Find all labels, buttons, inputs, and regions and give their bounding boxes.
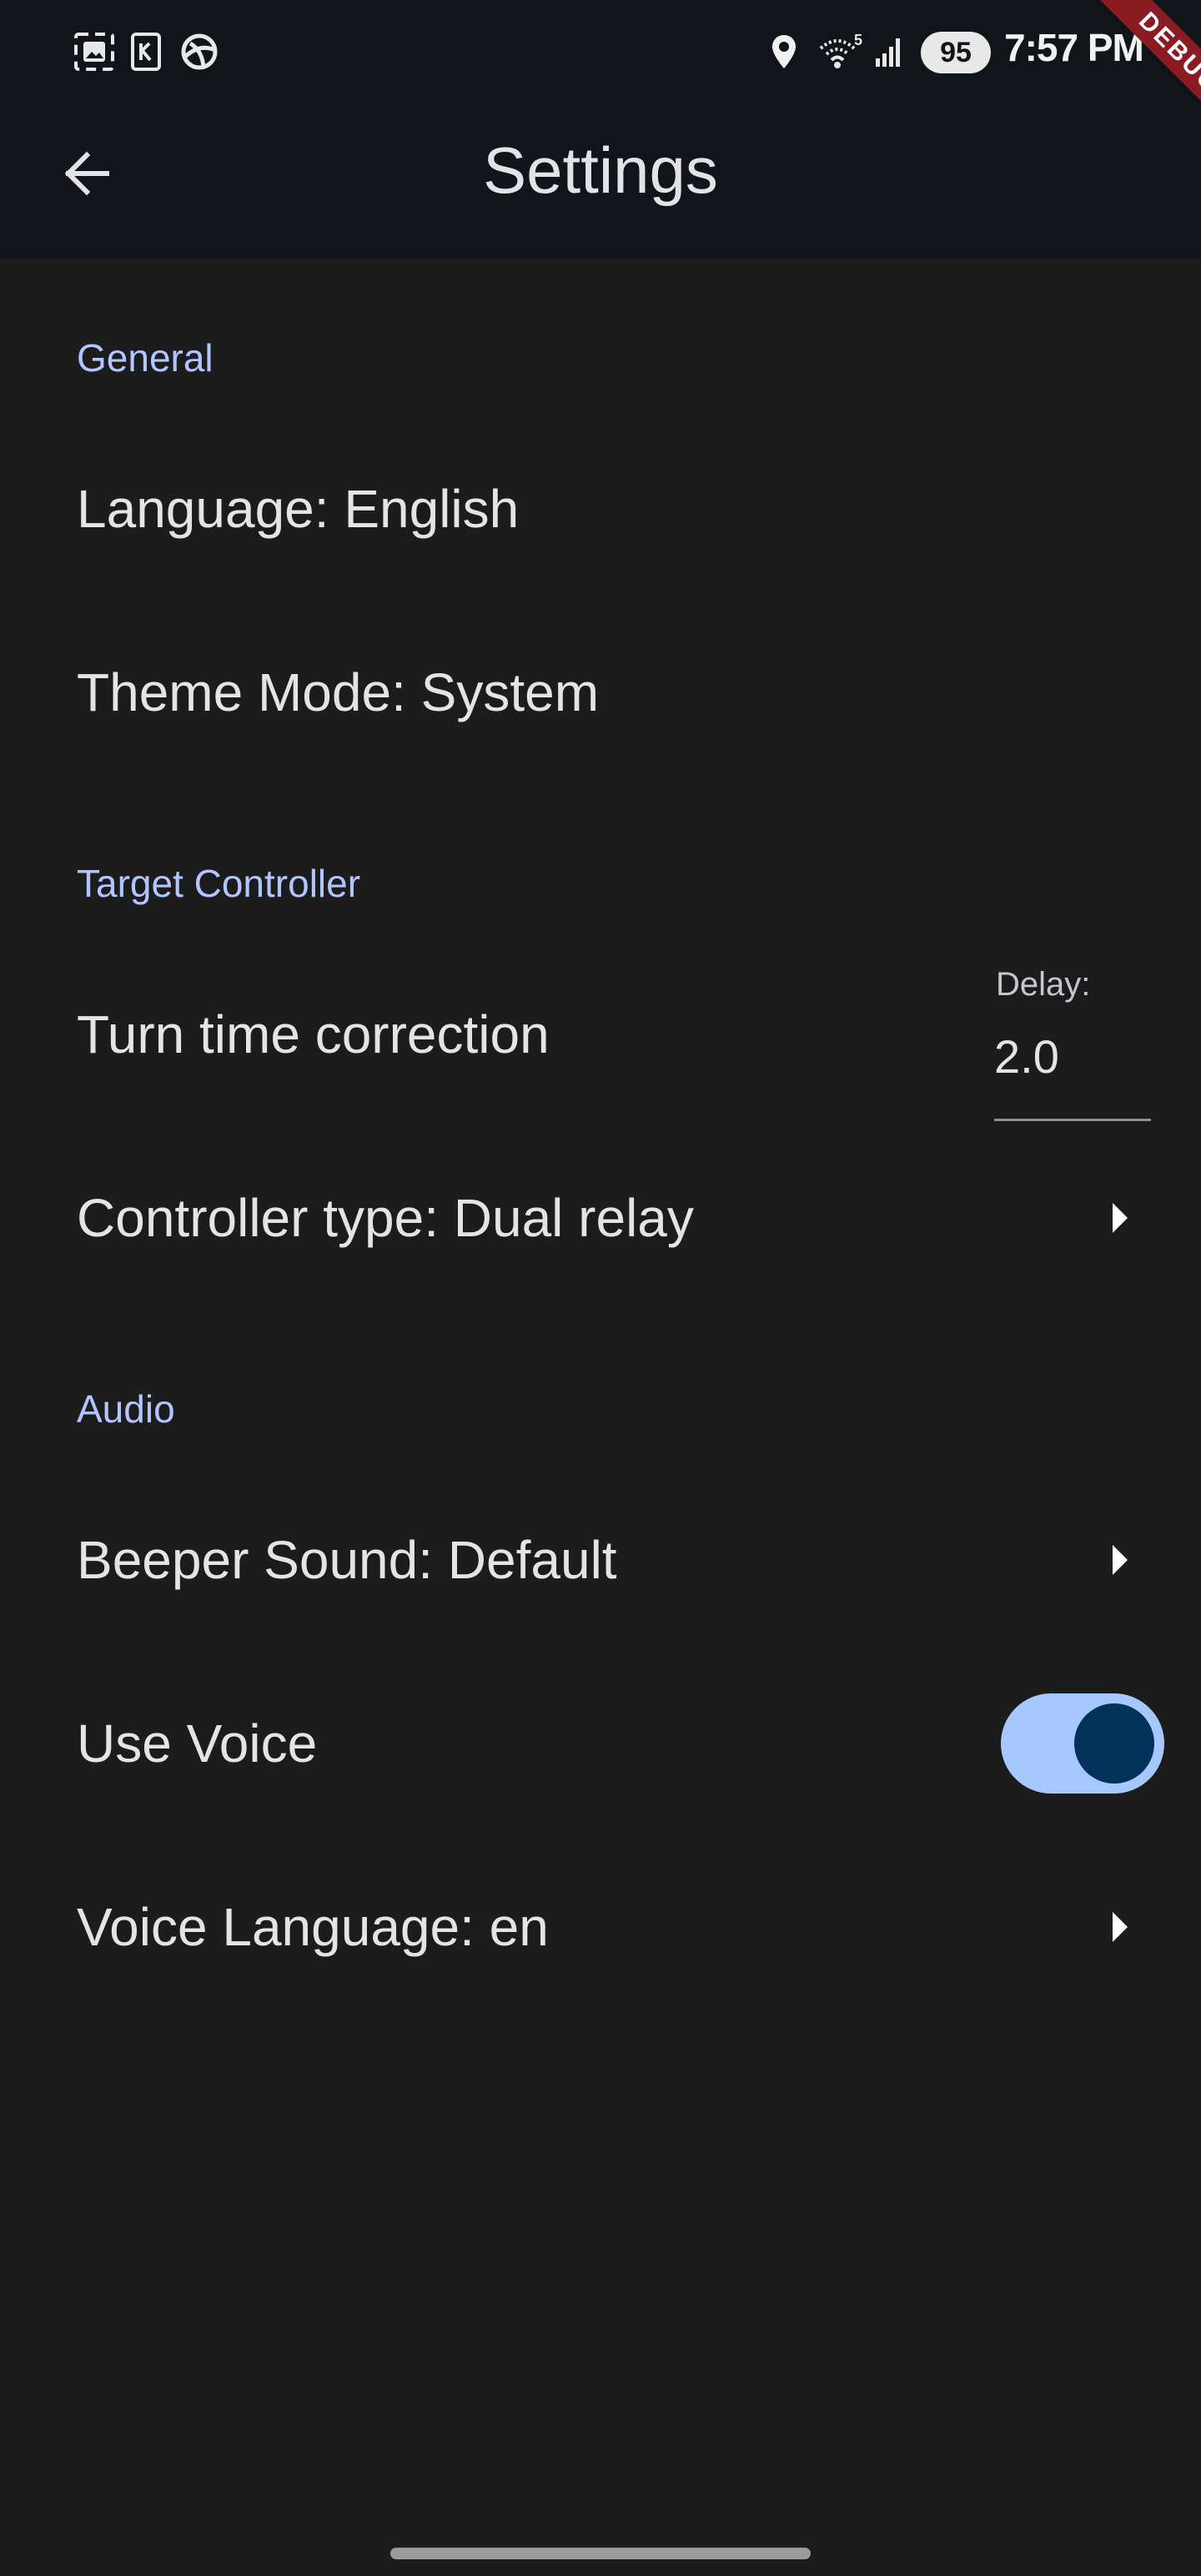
cell-signal-icon bbox=[876, 38, 900, 67]
use-voice-label: Use Voice bbox=[77, 1713, 318, 1774]
voice-language-label: Voice Language: en bbox=[77, 1897, 549, 1957]
language-setting[interactable]: Language: English bbox=[0, 417, 1201, 601]
status-clock: 7:57 PM bbox=[1004, 25, 1144, 70]
sim-card-icon bbox=[131, 33, 161, 71]
beeper-sound-label: Beeper Sound: Default bbox=[77, 1530, 617, 1590]
delay-field[interactable]: Delay: bbox=[994, 959, 1151, 1121]
wifi-badge: 5 bbox=[854, 32, 862, 48]
turn-time-correction-label: Turn time correction bbox=[77, 1004, 550, 1064]
section-header-target-controller: Target Controller bbox=[77, 862, 361, 905]
delay-field-label: Delay: bbox=[996, 966, 1091, 1003]
delay-field-underline bbox=[994, 1119, 1151, 1121]
theme-mode-setting-label: Theme Mode: System bbox=[77, 662, 599, 722]
chevron-right-icon bbox=[1113, 1912, 1128, 1942]
app-bar: Settings bbox=[0, 103, 1201, 259]
browser-icon bbox=[181, 33, 218, 70]
controller-type-label: Controller type: Dual relay bbox=[77, 1188, 694, 1248]
section-header-general: General bbox=[77, 336, 214, 380]
gallery-icon bbox=[74, 33, 114, 71]
use-voice-toggle[interactable] bbox=[1001, 1693, 1164, 1794]
clock-suffix: PM bbox=[1087, 26, 1144, 69]
controller-type-setting[interactable]: Controller type: Dual relay bbox=[0, 1126, 1201, 1310]
home-indicator[interactable] bbox=[390, 2548, 811, 2559]
wifi-icon: 5 bbox=[819, 32, 862, 68]
chevron-right-icon bbox=[1113, 1545, 1128, 1575]
section-header-audio: Audio bbox=[77, 1387, 175, 1431]
delay-input[interactable] bbox=[994, 1029, 1151, 1084]
clock-time: 7:57 bbox=[1004, 26, 1078, 69]
status-bar: 5 95 7:57 PM bbox=[0, 0, 1201, 103]
toggle-knob bbox=[1074, 1703, 1154, 1784]
voice-language-setting[interactable]: Voice Language: en bbox=[0, 1835, 1201, 2019]
chevron-right-icon bbox=[1113, 1203, 1128, 1233]
beeper-sound-setting[interactable]: Beeper Sound: Default bbox=[0, 1468, 1201, 1652]
theme-mode-setting[interactable]: Theme Mode: System bbox=[0, 601, 1201, 784]
battery-indicator: 95 bbox=[921, 32, 991, 73]
language-setting-label: Language: English bbox=[77, 479, 520, 539]
page-title: Settings bbox=[483, 133, 718, 207]
location-icon bbox=[772, 35, 796, 68]
